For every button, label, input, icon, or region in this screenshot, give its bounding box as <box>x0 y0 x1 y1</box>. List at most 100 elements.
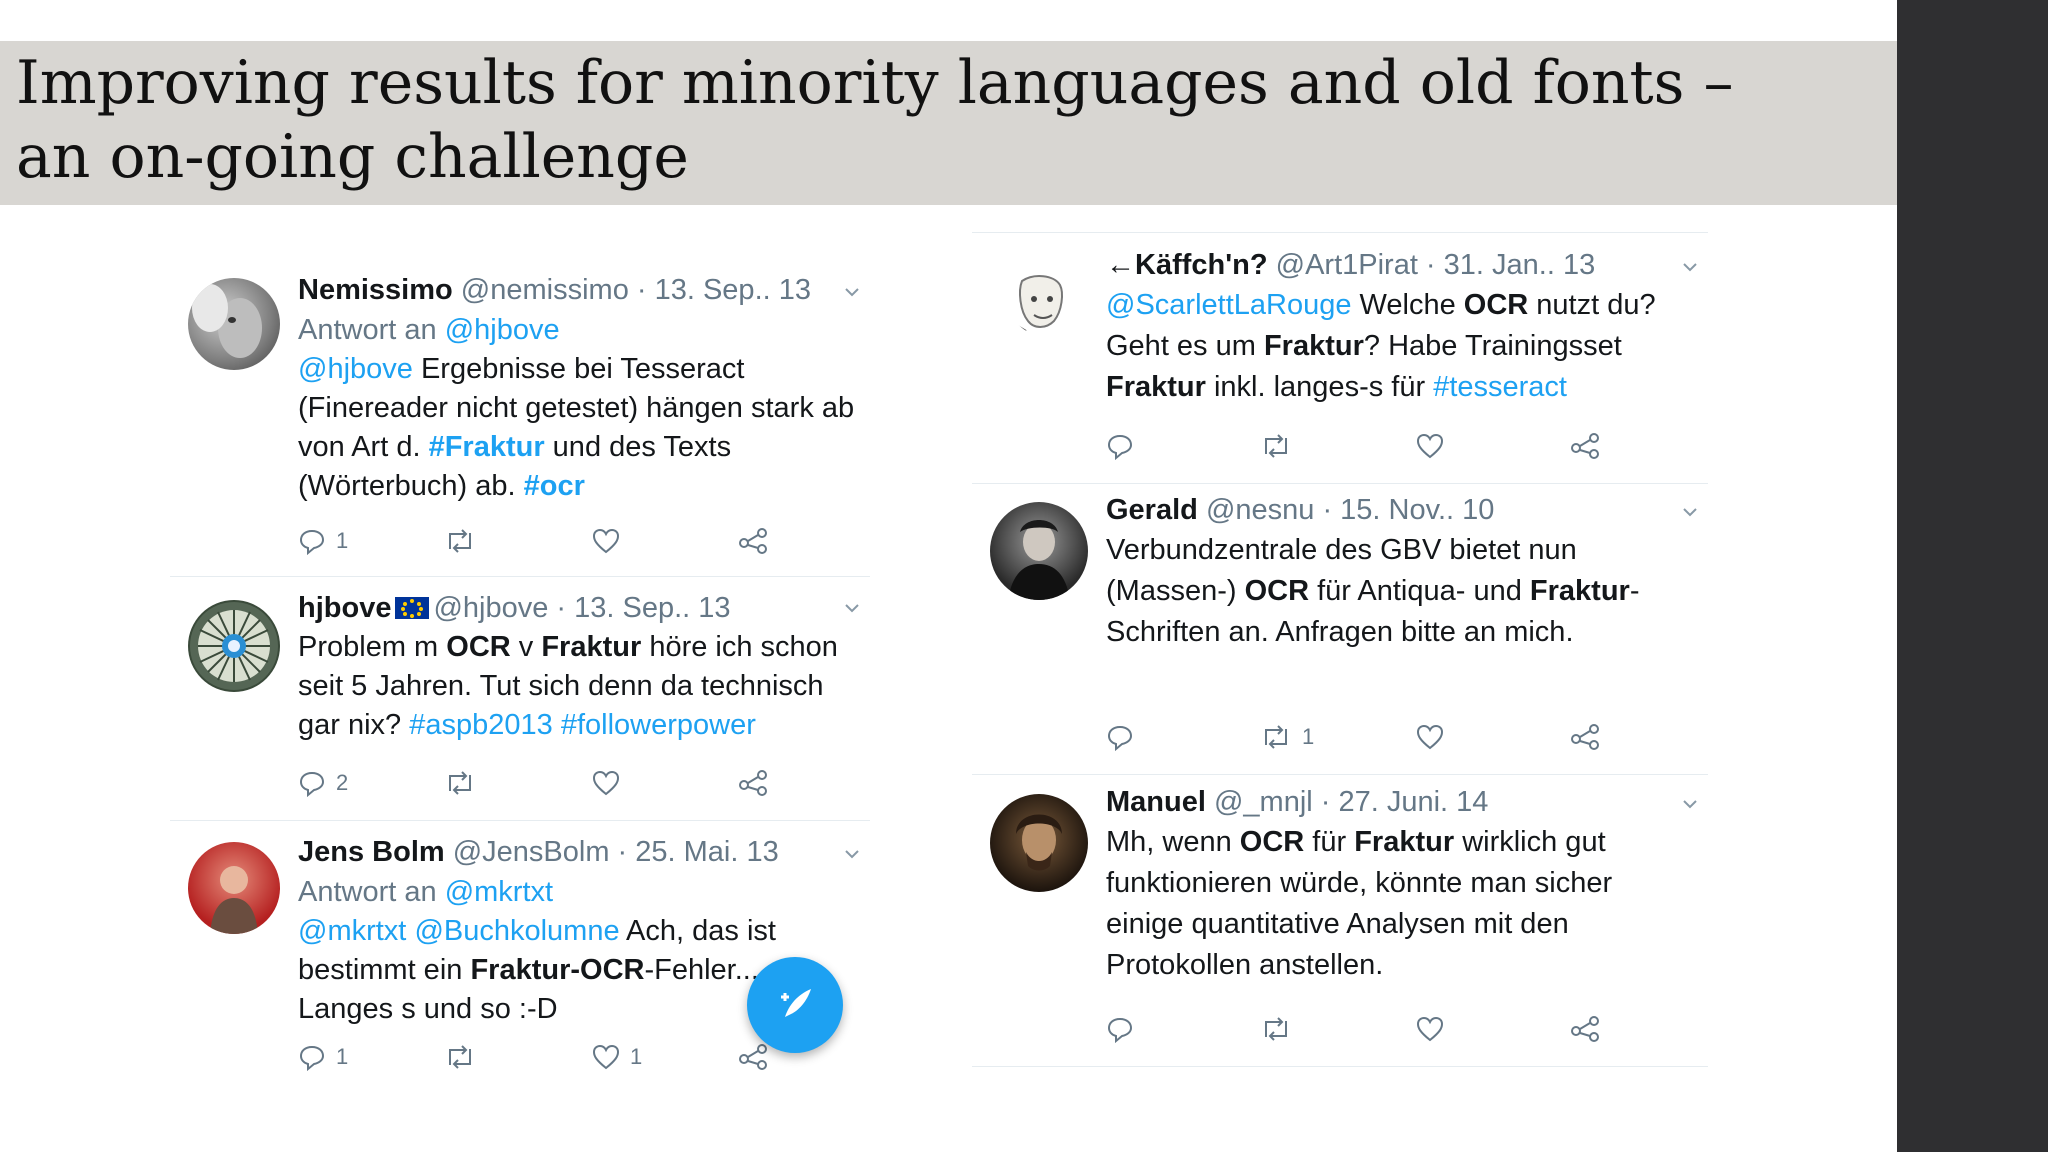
avatar[interactable] <box>990 794 1088 892</box>
chevron-down-icon[interactable] <box>1682 796 1698 812</box>
share-icon <box>739 770 767 796</box>
retweet-button[interactable] <box>444 524 486 558</box>
tweet-actions <box>1106 429 1626 463</box>
chevron-down-icon[interactable] <box>1682 504 1698 520</box>
slide-title: Improving results for minority languages… <box>16 48 1734 192</box>
tweet-column-right: ←Käffch'n? @Art1Pirat · 31. Jan.. 13 @Sc… <box>972 232 1708 1072</box>
reply-button[interactable]: 2 <box>298 766 348 800</box>
author-name[interactable]: Jens Bolm <box>298 836 445 868</box>
reply-button[interactable]: 1 <box>298 524 348 558</box>
avatar[interactable] <box>1010 271 1074 335</box>
retweet-icon <box>1265 725 1287 749</box>
author-name[interactable]: ←Käffch'n? <box>1106 249 1268 281</box>
tweet-text: @hjbove Ergebnisse bei Tesseract (Finere… <box>298 353 855 502</box>
handle-date[interactable]: @hjbove · 13. Sep.. 13 <box>433 592 730 624</box>
reply-button[interactable] <box>1106 720 1144 754</box>
handle-date[interactable]: @Art1Pirat · 31. Jan.. 13 <box>1276 249 1596 281</box>
like-button[interactable] <box>592 766 630 800</box>
avatar[interactable] <box>188 278 280 370</box>
tweet-actions: 1 1 <box>298 1040 798 1074</box>
chevron-down-icon[interactable] <box>844 846 860 862</box>
share-icon <box>739 528 767 554</box>
reply-count: 2 <box>336 770 349 795</box>
share-button[interactable] <box>738 1040 768 1074</box>
like-button[interactable] <box>1416 429 1454 463</box>
tweet-header: Nemissimo @nemissimo · 13. Sep.. 13 <box>298 270 860 310</box>
speech-bubble-icon <box>1107 434 1133 460</box>
chevron-down-icon[interactable] <box>844 284 860 300</box>
tweet-text: Problem m OCR v Fraktur höre ich schon s… <box>298 631 838 741</box>
like-button[interactable] <box>1416 1012 1454 1046</box>
share-button[interactable] <box>1570 1012 1600 1046</box>
tweet-header: Gerald @nesnu · 15. Nov.. 10 <box>1106 490 1698 530</box>
heart-icon <box>592 770 620 796</box>
share-button[interactable] <box>738 524 768 558</box>
speech-bubble-icon <box>1107 1017 1133 1043</box>
heart-icon <box>1416 433 1444 459</box>
reply-button[interactable]: 1 <box>298 1040 348 1074</box>
retweet-button[interactable] <box>1260 1012 1302 1046</box>
hashtag-link[interactable]: #ocr <box>524 470 585 502</box>
retweet-button[interactable] <box>444 766 486 800</box>
tweet-hjbove[interactable]: hjbove @hjbove · 13. Sep.. 13 Problem m O… <box>170 576 870 821</box>
like-button[interactable] <box>1416 720 1454 754</box>
reply-to: Antwort an @hjbove <box>298 314 560 346</box>
retweet-icon <box>449 529 471 553</box>
retweet-count: 1 <box>1302 724 1315 749</box>
hashtag-link[interactable]: #aspb2013 <box>409 709 553 741</box>
tweet-actions <box>1106 1012 1626 1046</box>
avatar[interactable] <box>188 842 280 934</box>
like-button[interactable] <box>592 524 630 558</box>
compose-tweet-button[interactable] <box>747 957 843 1053</box>
hashtag-link[interactable]: #followerpower <box>561 709 756 741</box>
mention-link[interactable]: @mkrtxt <box>298 915 406 947</box>
reply-count: 1 <box>336 528 349 553</box>
author-name[interactable]: Nemissimo <box>298 274 453 306</box>
retweet-icon <box>1265 434 1287 458</box>
author-name[interactable]: hjbove <box>298 592 391 624</box>
author-name[interactable]: Manuel <box>1106 786 1206 818</box>
share-button[interactable] <box>1570 429 1600 463</box>
avatar[interactable] <box>188 600 280 692</box>
reply-button[interactable] <box>1106 429 1144 463</box>
tweet-text: Verbundzentrale des GBV bietet nun (Mass… <box>1106 534 1640 648</box>
share-icon <box>1571 1016 1599 1042</box>
handle-date[interactable]: @JensBolm · 25. Mai. 13 <box>453 836 779 868</box>
hashtag-link[interactable]: #Fraktur <box>429 431 545 463</box>
speech-bubble-icon <box>1107 725 1133 751</box>
tweet-text: @ScarlettLaRouge Welche OCR nutzt du? Ge… <box>1106 289 1656 403</box>
retweet-icon <box>449 771 471 795</box>
tweet-kaeffchn[interactable]: ←Käffch'n? @Art1Pirat · 31. Jan.. 13 @Sc… <box>972 232 1708 484</box>
tweet-gerald[interactable]: Gerald @nesnu · 15. Nov.. 10 Verbundzent… <box>972 482 1708 775</box>
side-panel <box>1897 0 2048 1152</box>
handle-date[interactable]: @_mnjl · 27. Juni. 14 <box>1214 786 1488 818</box>
handle-date[interactable]: @nesnu · 15. Nov.. 10 <box>1206 494 1494 526</box>
mention-link[interactable]: @ScarlettLaRouge <box>1106 289 1351 321</box>
author-name[interactable]: Gerald <box>1106 494 1198 526</box>
tweet-manuel[interactable]: Manuel @_mnjl · 27. Juni. 14 Mh, wenn OC… <box>972 774 1708 1067</box>
avatar[interactable] <box>990 502 1088 600</box>
retweet-icon <box>1265 1017 1287 1041</box>
tweet-header: Jens Bolm @JensBolm · 25. Mai. 13 <box>298 832 860 872</box>
like-button[interactable]: 1 <box>592 1040 642 1074</box>
mention-link[interactable]: @hjbove <box>445 314 560 346</box>
share-icon <box>1571 724 1599 750</box>
tweet-jens-bolm[interactable]: Jens Bolm @JensBolm · 25. Mai. 13 Antwor… <box>170 820 870 1084</box>
mention-link[interactable]: @mkrtxt <box>445 876 553 908</box>
reply-count: 1 <box>336 1044 349 1069</box>
retweet-button[interactable] <box>1260 429 1302 463</box>
tweet-nemissimo[interactable]: Nemissimo @nemissimo · 13. Sep.. 13 Antw… <box>170 254 870 577</box>
reply-button[interactable] <box>1106 1012 1144 1046</box>
retweet-button[interactable]: 1 <box>1260 720 1314 754</box>
mention-link[interactable]: @Buchkolumne <box>414 915 619 947</box>
share-button[interactable] <box>738 766 768 800</box>
chevron-down-icon[interactable] <box>1682 259 1698 275</box>
share-button[interactable] <box>1570 720 1600 754</box>
hashtag-link[interactable]: #tesseract <box>1433 371 1567 403</box>
retweet-button[interactable] <box>444 1040 486 1074</box>
share-icon <box>1571 433 1599 459</box>
handle-date[interactable]: @nemissimo · 13. Sep.. 13 <box>461 274 811 306</box>
mention-link[interactable]: @hjbove <box>298 353 413 385</box>
slide: Improving results for minority languages… <box>0 0 1897 1152</box>
chevron-down-icon[interactable] <box>844 600 860 616</box>
